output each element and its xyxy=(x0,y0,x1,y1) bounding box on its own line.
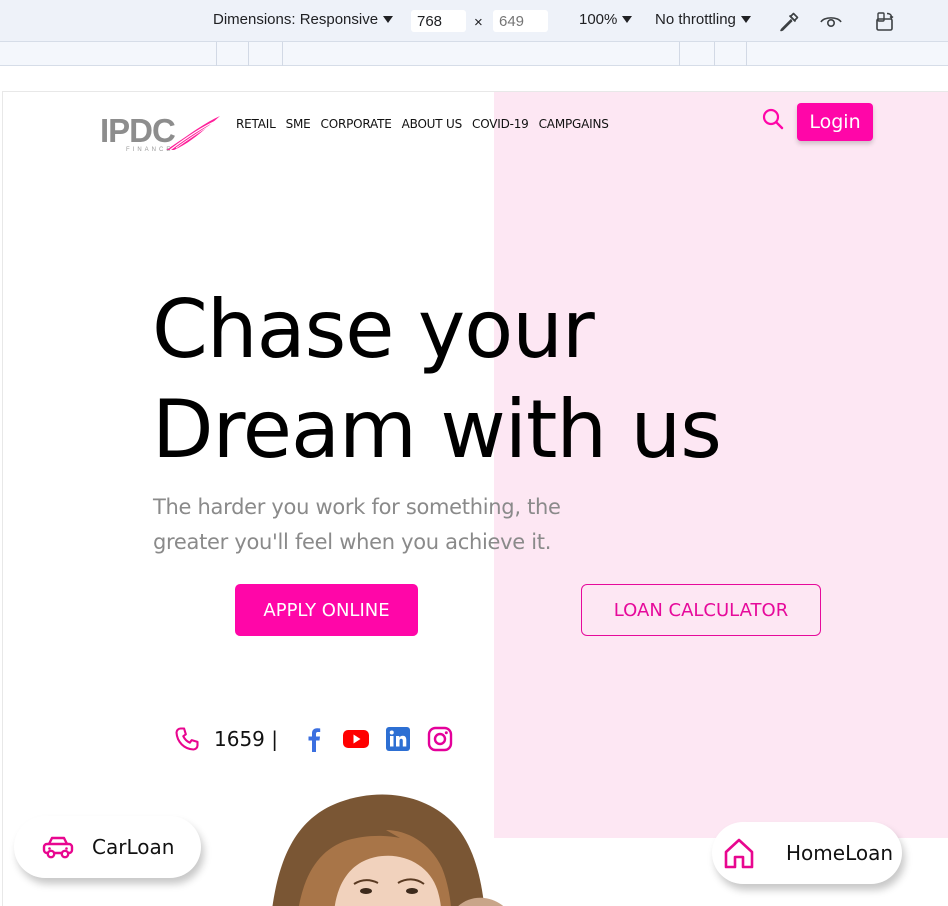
social-links xyxy=(300,725,454,753)
hero-title: Chase your Dream with us xyxy=(152,280,852,480)
hero-subtitle: The harder you work for something, the g… xyxy=(153,495,561,554)
instagram-icon[interactable] xyxy=(426,725,454,753)
facebook-icon[interactable] xyxy=(300,725,328,753)
login-button[interactable]: Login xyxy=(797,103,873,141)
hotline-number[interactable]: 1659 | xyxy=(214,727,278,751)
homeloan-label: HomeLoan xyxy=(786,841,894,865)
throttling-dropdown[interactable]: No throttling xyxy=(655,11,751,28)
media-query-bar xyxy=(0,42,948,66)
hero-title-line-1: Chase your xyxy=(152,283,595,376)
home-icon xyxy=(724,838,754,869)
nav-campaigns[interactable]: CAMPGAINS xyxy=(539,117,609,131)
nav-corporate[interactable]: CORPORATE xyxy=(321,117,392,131)
height-input[interactable] xyxy=(493,10,548,32)
dimensions-dropdown[interactable]: Dimensions: Responsive xyxy=(213,11,394,28)
hero-photo xyxy=(272,794,504,906)
ipdc-logo[interactable]: IPDC FINANCE xyxy=(100,112,224,158)
car-icon xyxy=(42,836,74,859)
carloan-card[interactable]: CarLoan xyxy=(14,816,201,878)
youtube-icon[interactable] xyxy=(342,725,370,753)
width-input[interactable] xyxy=(411,10,466,32)
rotate-device-icon[interactable] xyxy=(873,10,897,34)
chevron-down-icon xyxy=(383,16,394,23)
zoom-label: 100% xyxy=(579,11,618,28)
apply-online-button[interactable]: APPLY ONLINE xyxy=(235,584,418,636)
main-nav: RETAIL SME CORPORATE ABOUT US COVID-19 C… xyxy=(236,117,609,131)
times-sign: × xyxy=(474,14,483,31)
ruler-mark[interactable] xyxy=(714,42,715,66)
contact-row: 1659 | xyxy=(173,724,454,754)
chevron-down-icon xyxy=(740,16,751,23)
page-viewport: IPDC FINANCE RETAIL SME CORPORATE ABOUT … xyxy=(2,91,948,906)
throttling-label: No throttling xyxy=(655,11,736,28)
search-icon[interactable] xyxy=(761,107,785,131)
nav-about-us[interactable]: ABOUT US xyxy=(402,117,463,131)
loan-calculator-button[interactable]: LOAN CALCULATOR xyxy=(581,584,821,636)
phone-icon[interactable] xyxy=(173,725,201,753)
chevron-down-icon xyxy=(622,16,633,23)
nav-sme[interactable]: SME xyxy=(286,117,311,131)
eye-icon[interactable] xyxy=(819,10,843,34)
ruler-mark[interactable] xyxy=(679,42,680,66)
dimensions-label: Dimensions: Responsive xyxy=(213,11,379,28)
carloan-label: CarLoan xyxy=(92,835,175,859)
device-toolbar: Dimensions: Responsive × 100% No throttl… xyxy=(0,0,948,42)
ruler-mark[interactable] xyxy=(282,42,283,66)
nav-covid-19[interactable]: COVID-19 xyxy=(472,117,529,131)
homeloan-card[interactable]: HomeLoan xyxy=(712,822,902,884)
nav-retail[interactable]: RETAIL xyxy=(236,117,276,131)
hero-title-line-2: Dream with us xyxy=(152,383,722,476)
linkedin-icon[interactable] xyxy=(384,725,412,753)
eyedropper-icon[interactable] xyxy=(777,10,801,34)
ruler-mark[interactable] xyxy=(248,42,249,66)
logo-subtext: FINANCE xyxy=(126,147,174,153)
ruler-mark[interactable] xyxy=(746,42,747,66)
zoom-dropdown[interactable]: 100% xyxy=(579,11,633,28)
ruler-mark[interactable] xyxy=(216,42,217,66)
